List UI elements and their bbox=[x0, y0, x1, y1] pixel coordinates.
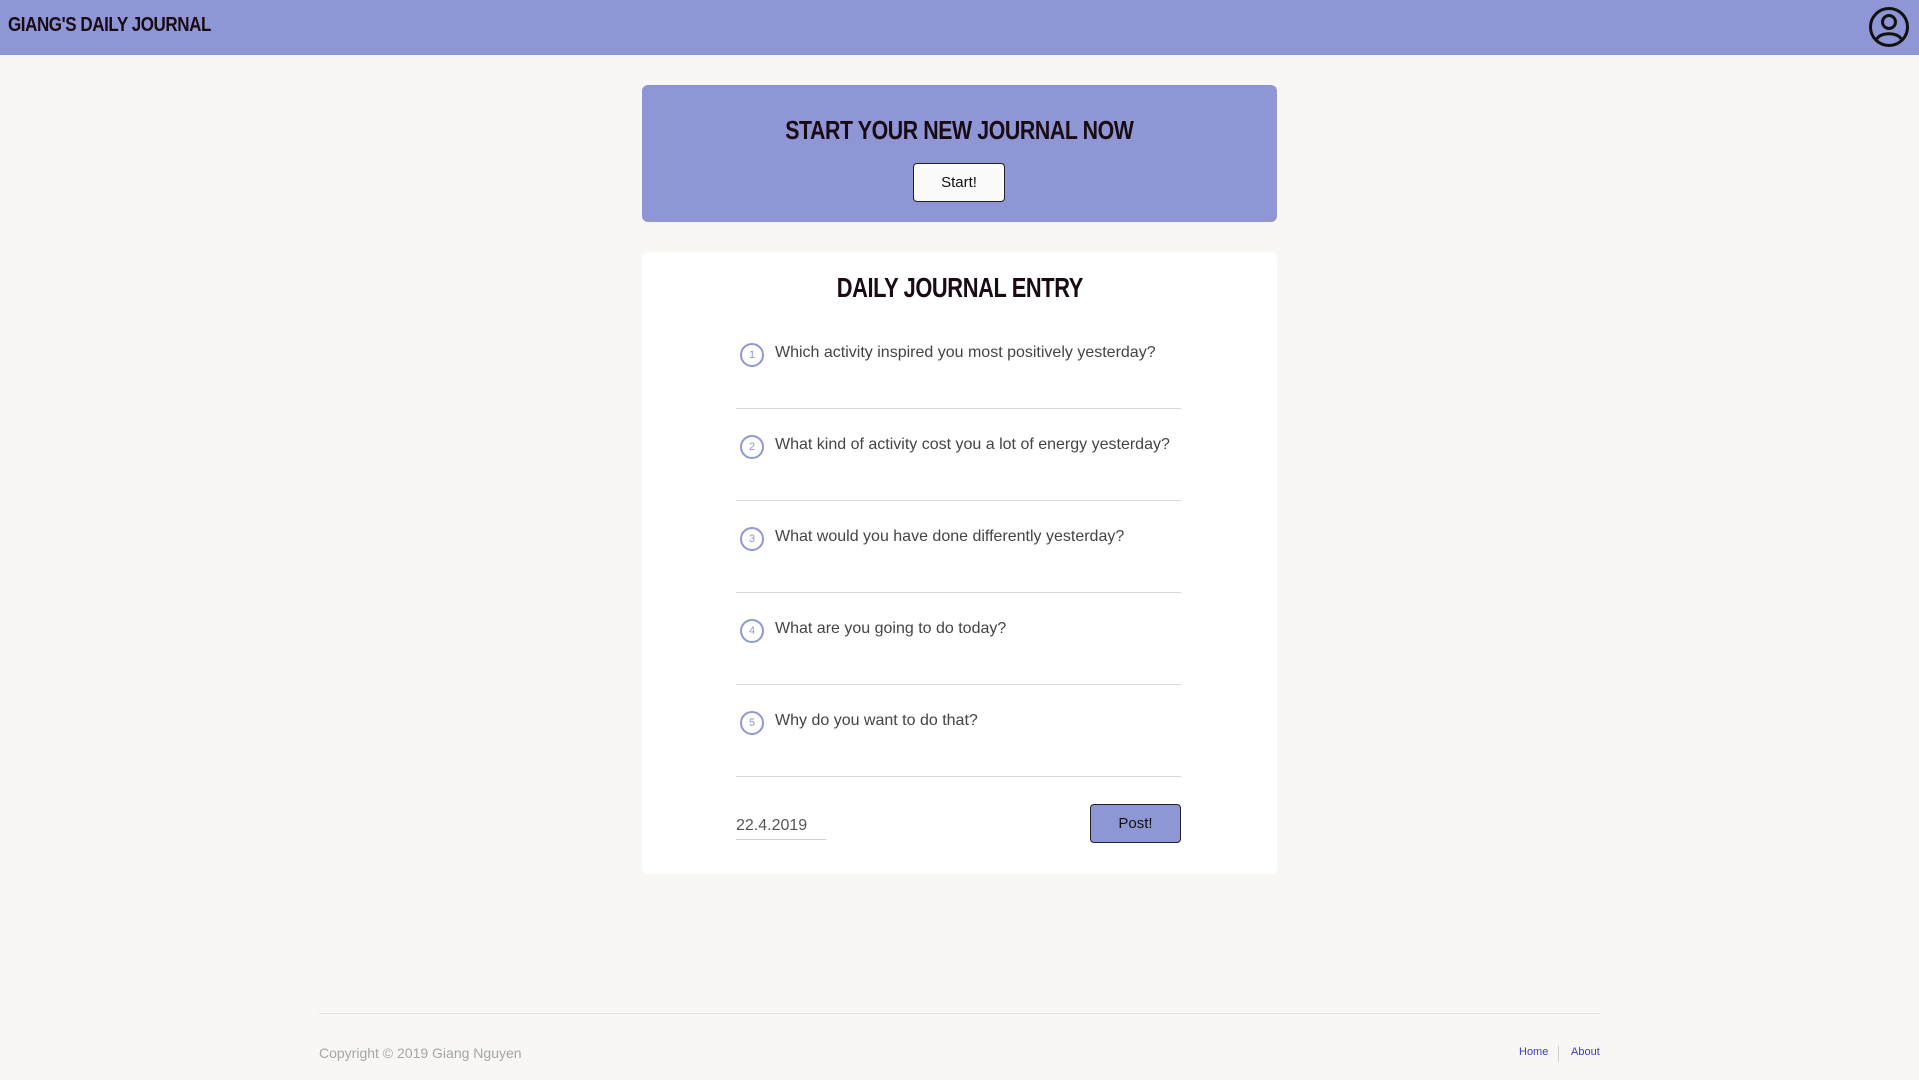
question-number-badge: 1 bbox=[740, 343, 764, 367]
question-text: What kind of activity cost you a lot of … bbox=[775, 436, 1170, 453]
top-navbar: GIANG'S DAILY JOURNAL bbox=[0, 0, 1919, 55]
banner-title: START YOUR NEW JOURNAL NOW bbox=[785, 115, 1134, 145]
question-text: Why do you want to do that? bbox=[775, 712, 978, 729]
question-number-badge: 3 bbox=[740, 527, 764, 551]
footer-link-home[interactable]: Home bbox=[1519, 1046, 1548, 1058]
footer-link-about[interactable]: About bbox=[1571, 1046, 1600, 1058]
post-button[interactable]: Post! bbox=[1090, 804, 1181, 843]
footer-link-separator bbox=[1558, 1046, 1559, 1062]
question-item[interactable]: 3 What would you have done differently y… bbox=[736, 501, 1181, 593]
question-item[interactable]: 5 Why do you want to do that? bbox=[736, 685, 1181, 777]
journal-entry-card: DAILY JOURNAL ENTRY 1 Which activity ins… bbox=[642, 252, 1277, 874]
brand-title[interactable]: GIANG'S DAILY JOURNAL bbox=[8, 14, 211, 37]
user-circle-icon[interactable] bbox=[1868, 6, 1910, 48]
question-number-badge: 4 bbox=[740, 619, 764, 643]
question-item[interactable]: 1 Which activity inspired you most posit… bbox=[736, 317, 1181, 409]
footer-links: Home About bbox=[1519, 1046, 1600, 1062]
journal-entry-title: DAILY JOURNAL ENTRY bbox=[836, 272, 1083, 303]
footer-divider bbox=[319, 1013, 1600, 1014]
question-item[interactable]: 2 What kind of activity cost you a lot o… bbox=[736, 409, 1181, 501]
question-item[interactable]: 4 What are you going to do today? bbox=[736, 593, 1181, 685]
start-button[interactable]: Start! bbox=[913, 163, 1005, 202]
question-text: Which activity inspired you most positiv… bbox=[775, 344, 1156, 361]
question-text: What are you going to do today? bbox=[775, 620, 1007, 637]
question-number-badge: 2 bbox=[740, 435, 764, 459]
date-input[interactable] bbox=[736, 812, 826, 840]
question-number-badge: 5 bbox=[740, 711, 764, 735]
question-text: What would you have done differently yes… bbox=[775, 528, 1125, 545]
start-journal-banner: START YOUR NEW JOURNAL NOW Start! bbox=[642, 85, 1277, 222]
copyright-text: Copyright © 2019 Giang Nguyen bbox=[319, 1045, 522, 1061]
